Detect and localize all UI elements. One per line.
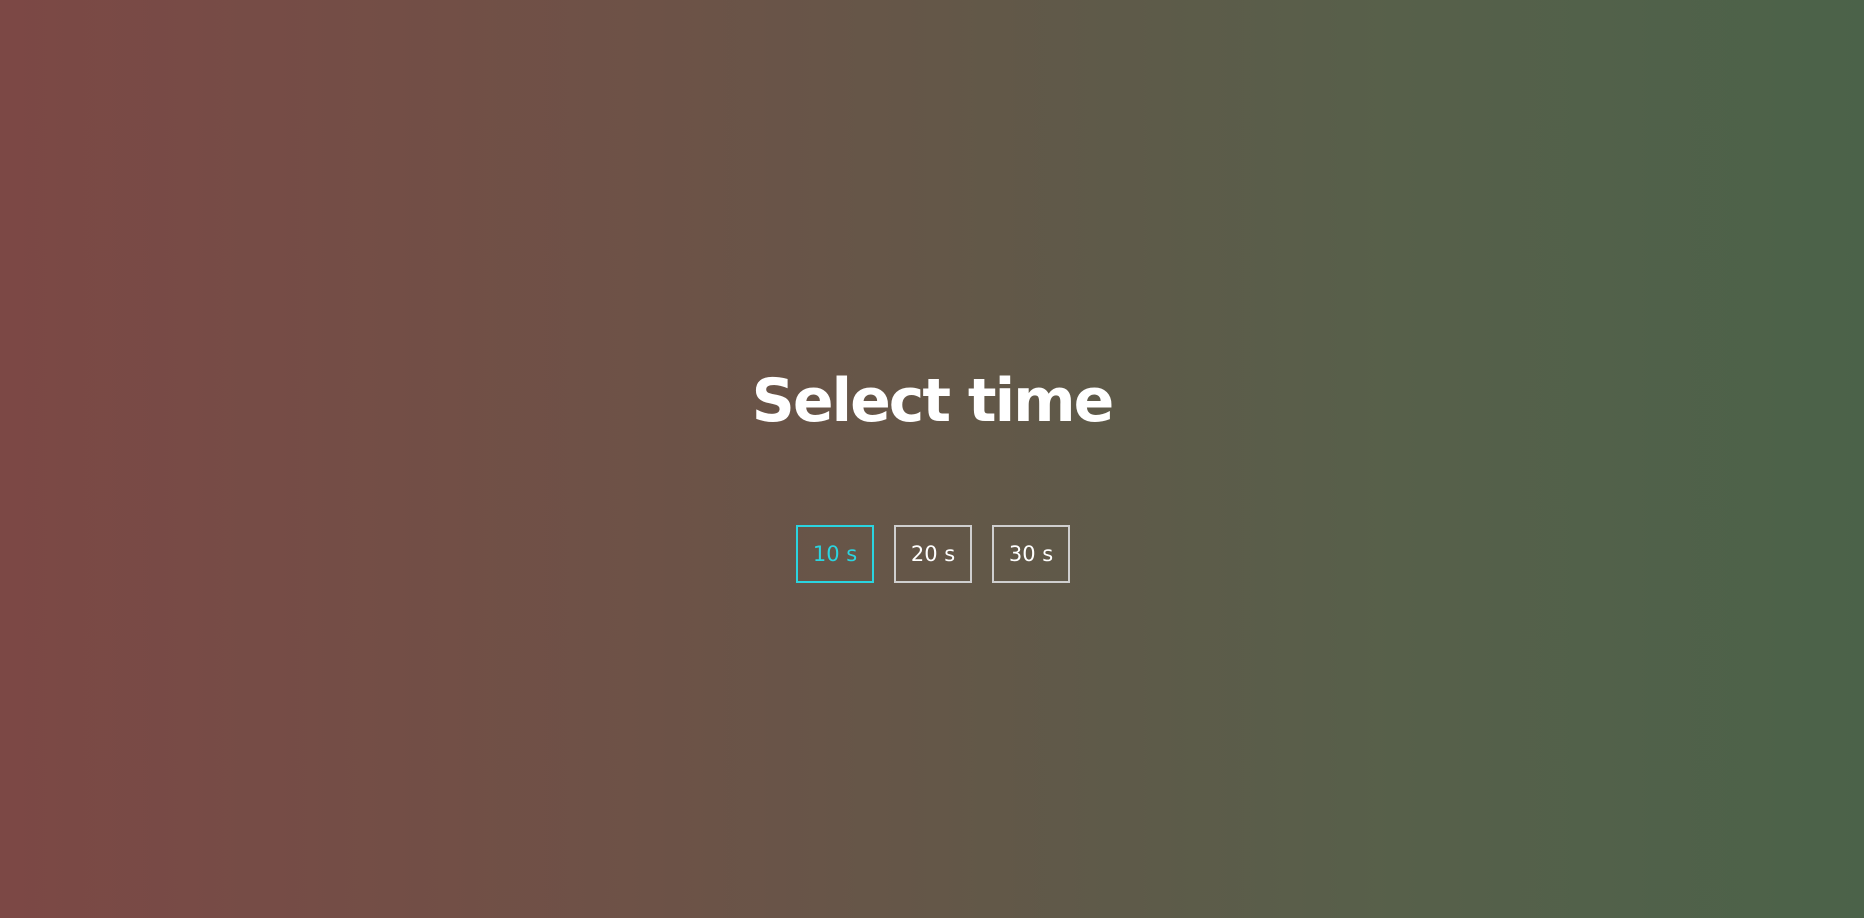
page-title: Select time bbox=[751, 366, 1115, 436]
time-options: 10 s 20 s 30 s bbox=[0, 525, 1864, 583]
time-option-10s-button[interactable]: 10 s bbox=[796, 525, 874, 583]
time-select-screen: Select time 10 s 20 s 30 s bbox=[0, 0, 1864, 918]
time-option-30s-button[interactable]: 30 s bbox=[992, 525, 1070, 583]
time-option-20s-button[interactable]: 20 s bbox=[894, 525, 972, 583]
